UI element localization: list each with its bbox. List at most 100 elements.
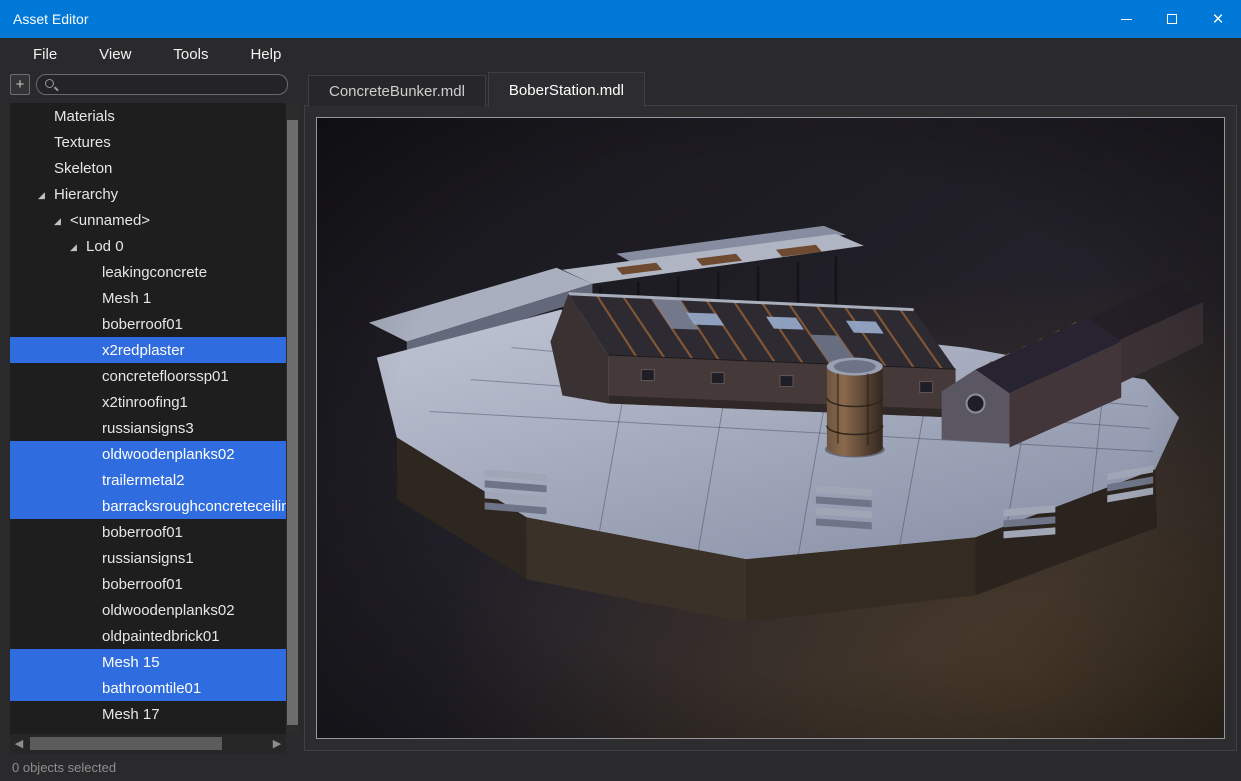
tree-item-unnamed[interactable]: ◢<unnamed> bbox=[10, 207, 286, 233]
tree-item-russiansigns1[interactable]: russiansigns1 bbox=[10, 545, 286, 571]
tree-item-materials[interactable]: Materials bbox=[10, 103, 286, 129]
tree-item-label: leakingconcrete bbox=[102, 264, 207, 281]
scroll-left-icon[interactable]: ◀ bbox=[10, 737, 28, 750]
horizontal-scrollbar-track[interactable] bbox=[28, 737, 268, 750]
tree-indent bbox=[18, 246, 70, 247]
tree-item-label: boberroof01 bbox=[102, 524, 183, 541]
bober-station-3d-model bbox=[317, 118, 1224, 738]
tree-item-trailermetal2[interactable]: trailermetal2 bbox=[10, 467, 286, 493]
tree-item-label: concretefloorssp01 bbox=[102, 368, 229, 385]
tree-indent bbox=[18, 220, 54, 221]
status-bar: 0 objects selected bbox=[0, 753, 1241, 781]
tree-item-leakingconcrete[interactable]: leakingconcrete bbox=[10, 259, 286, 285]
model-viewport[interactable] bbox=[316, 117, 1225, 739]
window-title: Asset Editor bbox=[0, 11, 88, 27]
tree-item-label: Mesh 1 bbox=[102, 290, 151, 307]
maximize-button[interactable] bbox=[1149, 0, 1195, 38]
expander-spacer bbox=[86, 557, 102, 559]
tree-item-boberroof01[interactable]: boberroof01 bbox=[10, 519, 286, 545]
menu-item-file[interactable]: File bbox=[12, 38, 78, 71]
tree-item-boberroof01[interactable]: boberroof01 bbox=[10, 311, 286, 337]
tree-item-mesh-15[interactable]: Mesh 15 bbox=[10, 649, 286, 675]
tree-item-label: boberroof01 bbox=[102, 576, 183, 593]
tree-item-label: russiansigns3 bbox=[102, 420, 194, 437]
expander-spacer bbox=[86, 271, 102, 273]
tab-boberstation-mdl[interactable]: BoberStation.mdl bbox=[488, 72, 645, 107]
tree-indent bbox=[18, 688, 86, 689]
tree-item-concretefloorssp01[interactable]: concretefloorssp01 bbox=[10, 363, 286, 389]
tree-item-hierarchy[interactable]: ◢Hierarchy bbox=[10, 181, 286, 207]
tree-item-mesh-1[interactable]: Mesh 1 bbox=[10, 285, 286, 311]
add-button[interactable]: + bbox=[10, 74, 30, 95]
tree-indent bbox=[18, 662, 86, 663]
vertical-scrollbar-thumb[interactable] bbox=[287, 120, 298, 725]
tree-item-label: Mesh 17 bbox=[102, 706, 160, 723]
scroll-right-icon[interactable]: ▶ bbox=[268, 737, 286, 750]
tree-item-label: x2tinroofing1 bbox=[102, 394, 188, 411]
tree-item-boberroof01[interactable]: boberroof01 bbox=[10, 571, 286, 597]
tree-item-oldwoodenplanks02[interactable]: oldwoodenplanks02 bbox=[10, 597, 286, 623]
tree-item-x2tinroofing1[interactable]: x2tinroofing1 bbox=[10, 389, 286, 415]
tree-indent bbox=[18, 298, 86, 299]
tree-item-barracksroughconcreteceiling[interactable]: barracksroughconcreteceiling bbox=[10, 493, 286, 519]
tree-item-label: Lod 0 bbox=[86, 238, 124, 255]
tree-item-lod-0[interactable]: ◢Lod 0 bbox=[10, 233, 286, 259]
tree-item-oldpaintedbrick01[interactable]: oldpaintedbrick01 bbox=[10, 623, 286, 649]
expander-spacer bbox=[86, 609, 102, 611]
expander-spacer bbox=[86, 635, 102, 637]
tree-indent bbox=[18, 350, 86, 351]
tree-item-bathroomtile01[interactable]: bathroomtile01 bbox=[10, 675, 286, 701]
tree-indent bbox=[18, 454, 86, 455]
expander-spacer bbox=[86, 687, 102, 689]
menu-item-tools[interactable]: Tools bbox=[152, 38, 229, 71]
minimize-button[interactable] bbox=[1103, 0, 1149, 38]
tree-item-label: barracksroughconcreteceiling bbox=[102, 498, 286, 515]
tree-item-oldwoodenplanks02[interactable]: oldwoodenplanks02 bbox=[10, 441, 286, 467]
expander-spacer bbox=[86, 323, 102, 325]
expander-spacer bbox=[86, 661, 102, 663]
tree-indent bbox=[18, 428, 86, 429]
tree-indent bbox=[18, 636, 86, 637]
expander-spacer bbox=[86, 375, 102, 377]
close-button[interactable]: × bbox=[1195, 0, 1241, 38]
menu-item-help[interactable]: Help bbox=[229, 38, 302, 71]
tree-horizontal-scrollbar[interactable]: ◀ ▶ bbox=[10, 734, 286, 753]
horizontal-scrollbar-thumb[interactable] bbox=[30, 737, 222, 750]
expander-expanded-icon[interactable]: ◢ bbox=[54, 214, 70, 227]
expander-spacer bbox=[86, 531, 102, 533]
tab-concretebunker-mdl[interactable]: ConcreteBunker.mdl bbox=[308, 75, 486, 106]
asset-tree-view: MaterialsTexturesSkeleton◢Hierarchy◢<unn… bbox=[10, 103, 286, 734]
search-input[interactable] bbox=[36, 74, 288, 95]
tree-vertical-scrollbar[interactable] bbox=[286, 103, 299, 734]
tree-item-skeleton[interactable]: Skeleton bbox=[10, 155, 286, 181]
tree-item-textures[interactable]: Textures bbox=[10, 129, 286, 155]
expander-expanded-icon[interactable]: ◢ bbox=[70, 240, 86, 253]
close-icon: × bbox=[1212, 10, 1223, 29]
tree-item-label: Hierarchy bbox=[54, 186, 118, 203]
asset-explorer-panel: + MaterialsTexturesSkeleton◢Hierarchy◢<u… bbox=[10, 74, 299, 753]
search-icon bbox=[45, 79, 54, 88]
search-box bbox=[36, 74, 288, 96]
tree-item-label: russiansigns1 bbox=[102, 550, 194, 567]
expander-spacer bbox=[86, 297, 102, 299]
tree-indent bbox=[18, 610, 86, 611]
expander-spacer bbox=[86, 583, 102, 585]
tree-indent bbox=[18, 506, 86, 507]
expander-spacer bbox=[38, 167, 54, 169]
tree-item-russiansigns3[interactable]: russiansigns3 bbox=[10, 415, 286, 441]
tree-item-label: boberroof01 bbox=[102, 316, 183, 333]
expander-spacer bbox=[38, 141, 54, 143]
expander-spacer bbox=[86, 453, 102, 455]
tree-indent bbox=[18, 142, 38, 143]
tree-item-label: Textures bbox=[54, 134, 111, 151]
tree-item-mesh-17[interactable]: Mesh 17 bbox=[10, 701, 286, 727]
expander-spacer bbox=[86, 427, 102, 429]
tree-item-x2redplaster[interactable]: x2redplaster bbox=[10, 337, 286, 363]
expander-spacer bbox=[86, 401, 102, 403]
minimize-icon bbox=[1121, 19, 1132, 20]
expander-expanded-icon[interactable]: ◢ bbox=[38, 188, 54, 201]
title-bar: Asset Editor × bbox=[0, 0, 1241, 38]
menu-item-view[interactable]: View bbox=[78, 38, 152, 71]
tree-indent bbox=[18, 324, 86, 325]
tree-indent bbox=[18, 194, 38, 195]
